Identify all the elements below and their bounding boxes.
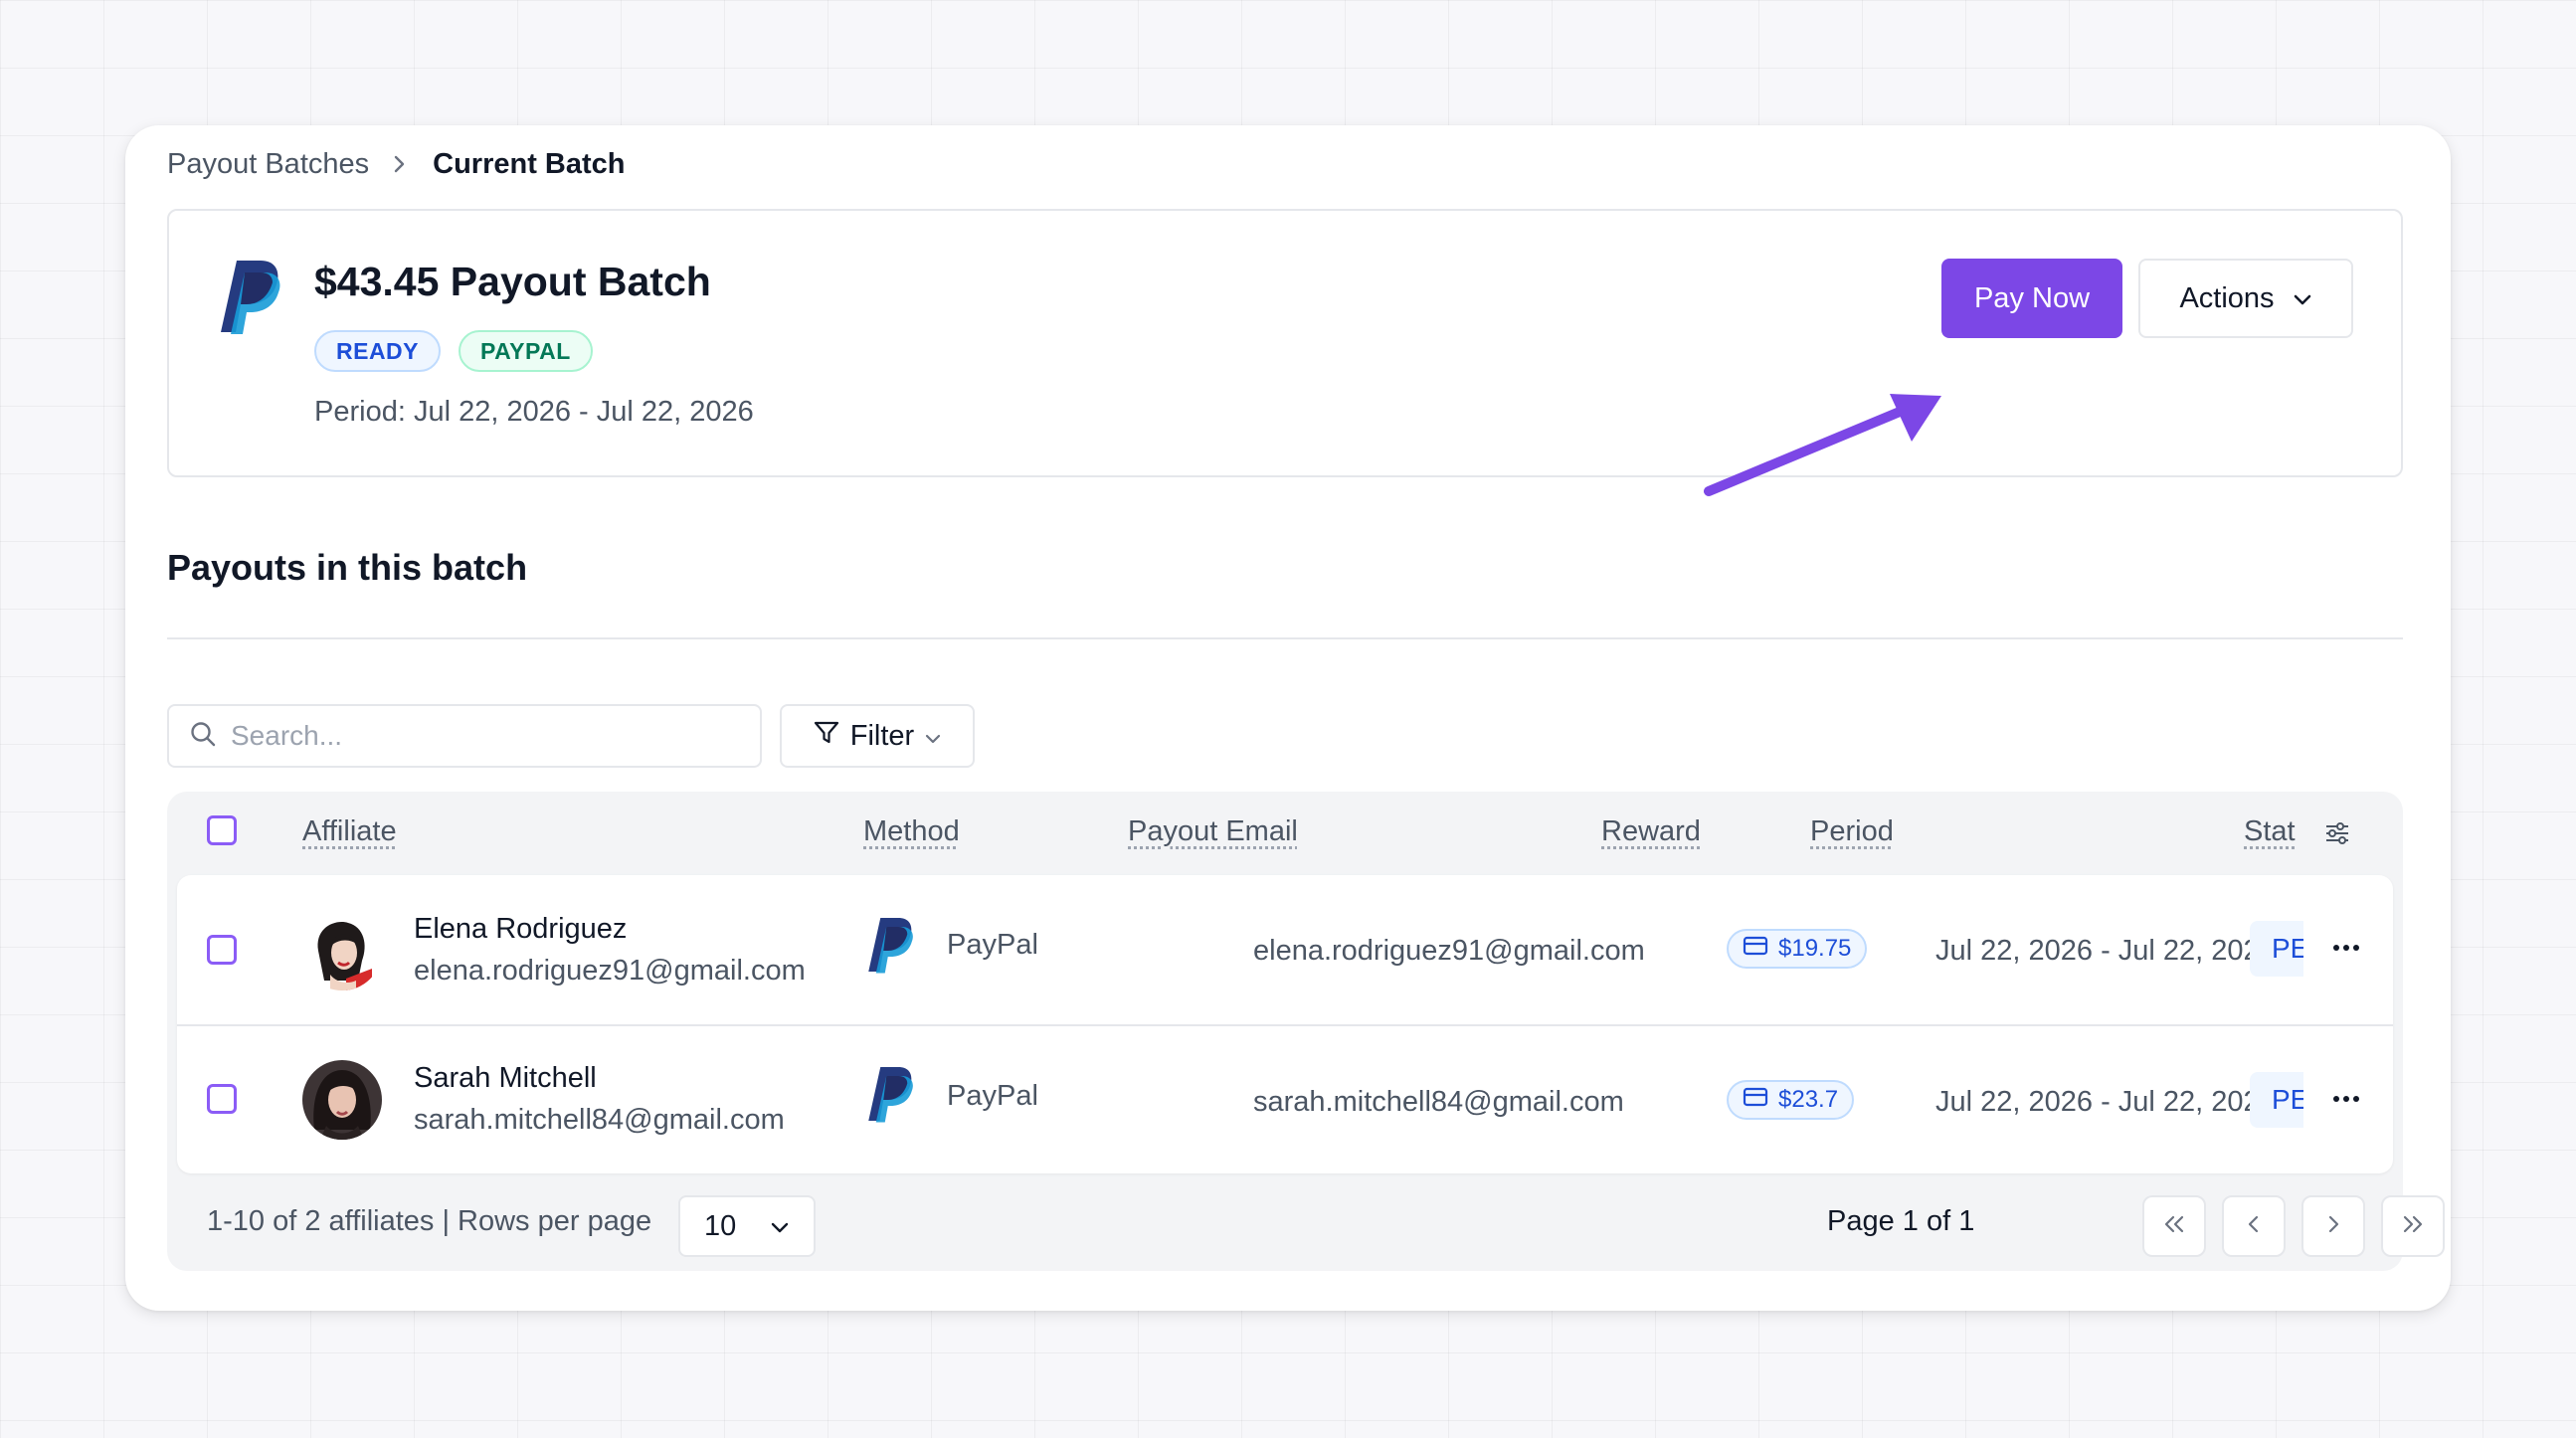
double-chevron-left-icon (2161, 1214, 2187, 1239)
payouts-table: Affiliate Method Payout Email Reward Per… (167, 792, 2445, 1271)
actions-dropdown-button[interactable]: Actions (2138, 259, 2353, 338)
page-info: Page 1 of 1 (1827, 1205, 1975, 1237)
reward-badge: $19.75 (1727, 929, 1868, 969)
batch-period: Period: Jul 22, 2026 - Jul 22, 2026 (314, 396, 754, 428)
row-status: PE (2250, 1072, 2303, 1128)
status-badge: READY (314, 330, 442, 372)
reward-amount: $23.7 (1778, 1086, 1839, 1113)
table-row: Sarah Mitchell sarah.mitchell84@gmail.co… (177, 1024, 2393, 1173)
paypal-logo-icon (865, 1064, 915, 1129)
column-affiliate[interactable]: Affiliate (302, 815, 397, 848)
row-checkbox[interactable] (207, 1084, 237, 1114)
row-status: PE (2250, 921, 2303, 977)
reward-badge: $23.7 (1727, 1080, 1855, 1120)
previous-page-button[interactable] (2222, 1195, 2286, 1257)
double-chevron-right-icon (2400, 1214, 2426, 1239)
chevron-down-icon (2293, 282, 2312, 315)
rows-per-page-select[interactable]: 10 (678, 1195, 816, 1257)
more-horizontal-icon[interactable] (2331, 937, 2361, 964)
column-reward[interactable]: Reward (1601, 815, 1701, 848)
select-all-checkbox[interactable] (207, 815, 237, 845)
row-period: Jul 22, 2026 - Jul 22, 2026 (1935, 1086, 2276, 1118)
affiliate-email: elena.rodriguez91@gmail.com (414, 955, 806, 987)
more-horizontal-icon[interactable] (2331, 1088, 2361, 1115)
column-status[interactable]: Stat (2244, 815, 2296, 848)
payout-method: PayPal (947, 1080, 1038, 1112)
section-divider (167, 637, 2403, 639)
avatar (302, 1060, 382, 1140)
payout-batch-card: Payout Batches Current Batch $43.45 Payo… (125, 125, 2451, 1311)
arrow-annotation-icon (1704, 394, 1941, 496)
method-badge: PAYPAL (459, 330, 593, 372)
paypal-logo-icon (865, 915, 915, 980)
column-period[interactable]: Period (1810, 815, 1894, 848)
column-payout-email[interactable]: Payout Email (1128, 815, 1298, 848)
affiliate-email: sarah.mitchell84@gmail.com (414, 1104, 785, 1136)
breadcrumb-payout-batches[interactable]: Payout Batches (167, 148, 369, 181)
batch-summary-panel: $43.45 Payout Batch READY PAYPAL Period:… (167, 209, 2403, 496)
table-footer: 1-10 of 2 affiliates | Rows per page 10 … (167, 1173, 2445, 1271)
actions-label: Actions (2179, 281, 2275, 314)
rows-per-page-value: 10 (704, 1209, 737, 1242)
chevron-right-icon (2326, 1214, 2340, 1239)
row-period: Jul 22, 2026 - Jul 22, 2026 (1935, 935, 2276, 967)
breadcrumb-current-batch: Current Batch (433, 147, 626, 180)
affiliate-name: Sarah Mitchell (414, 1062, 597, 1094)
column-method[interactable]: Method (863, 815, 960, 848)
chevron-down-icon (924, 720, 942, 753)
filter-label: Filter (849, 719, 915, 752)
search-box[interactable] (167, 704, 762, 768)
wallet-icon (1743, 1086, 1768, 1115)
payout-email: elena.rodriguez91@gmail.com (1253, 935, 1645, 967)
avatar (302, 911, 382, 990)
table-header: Affiliate Method Payout Email Reward Per… (167, 792, 2403, 875)
batch-title: $43.45 Payout Batch (314, 259, 711, 304)
section-title: Payouts in this batch (167, 547, 528, 588)
affiliate-name: Elena Rodriguez (414, 913, 628, 945)
row-checkbox[interactable] (207, 935, 237, 965)
first-page-button[interactable] (2142, 1195, 2206, 1257)
chevron-down-icon (770, 1210, 790, 1243)
pay-now-button[interactable]: Pay Now (1941, 259, 2122, 338)
search-input[interactable] (231, 720, 708, 752)
chevron-left-icon (2247, 1214, 2261, 1239)
filter-icon (813, 718, 840, 754)
next-page-button[interactable] (2301, 1195, 2365, 1257)
chevron-right-icon (393, 154, 407, 174)
search-icon (189, 720, 217, 753)
table-body: Elena Rodriguez elena.rodriguez91@gmail.… (177, 875, 2393, 1173)
paypal-logo-icon (217, 257, 282, 341)
batch-badges: READY PAYPAL (314, 330, 593, 372)
filter-button[interactable]: Filter (780, 704, 975, 768)
pagination-summary: 1-10 of 2 affiliates | Rows per page (207, 1205, 652, 1237)
payout-method: PayPal (947, 929, 1038, 961)
columns-settings-icon[interactable] (2323, 819, 2351, 852)
breadcrumb: Payout Batches Current Batch (167, 139, 626, 189)
reward-amount: $19.75 (1778, 935, 1852, 962)
table-row: Elena Rodriguez elena.rodriguez91@gmail.… (177, 875, 2393, 1024)
last-page-button[interactable] (2381, 1195, 2445, 1257)
wallet-icon (1743, 935, 1768, 964)
payout-email: sarah.mitchell84@gmail.com (1253, 1086, 1624, 1118)
